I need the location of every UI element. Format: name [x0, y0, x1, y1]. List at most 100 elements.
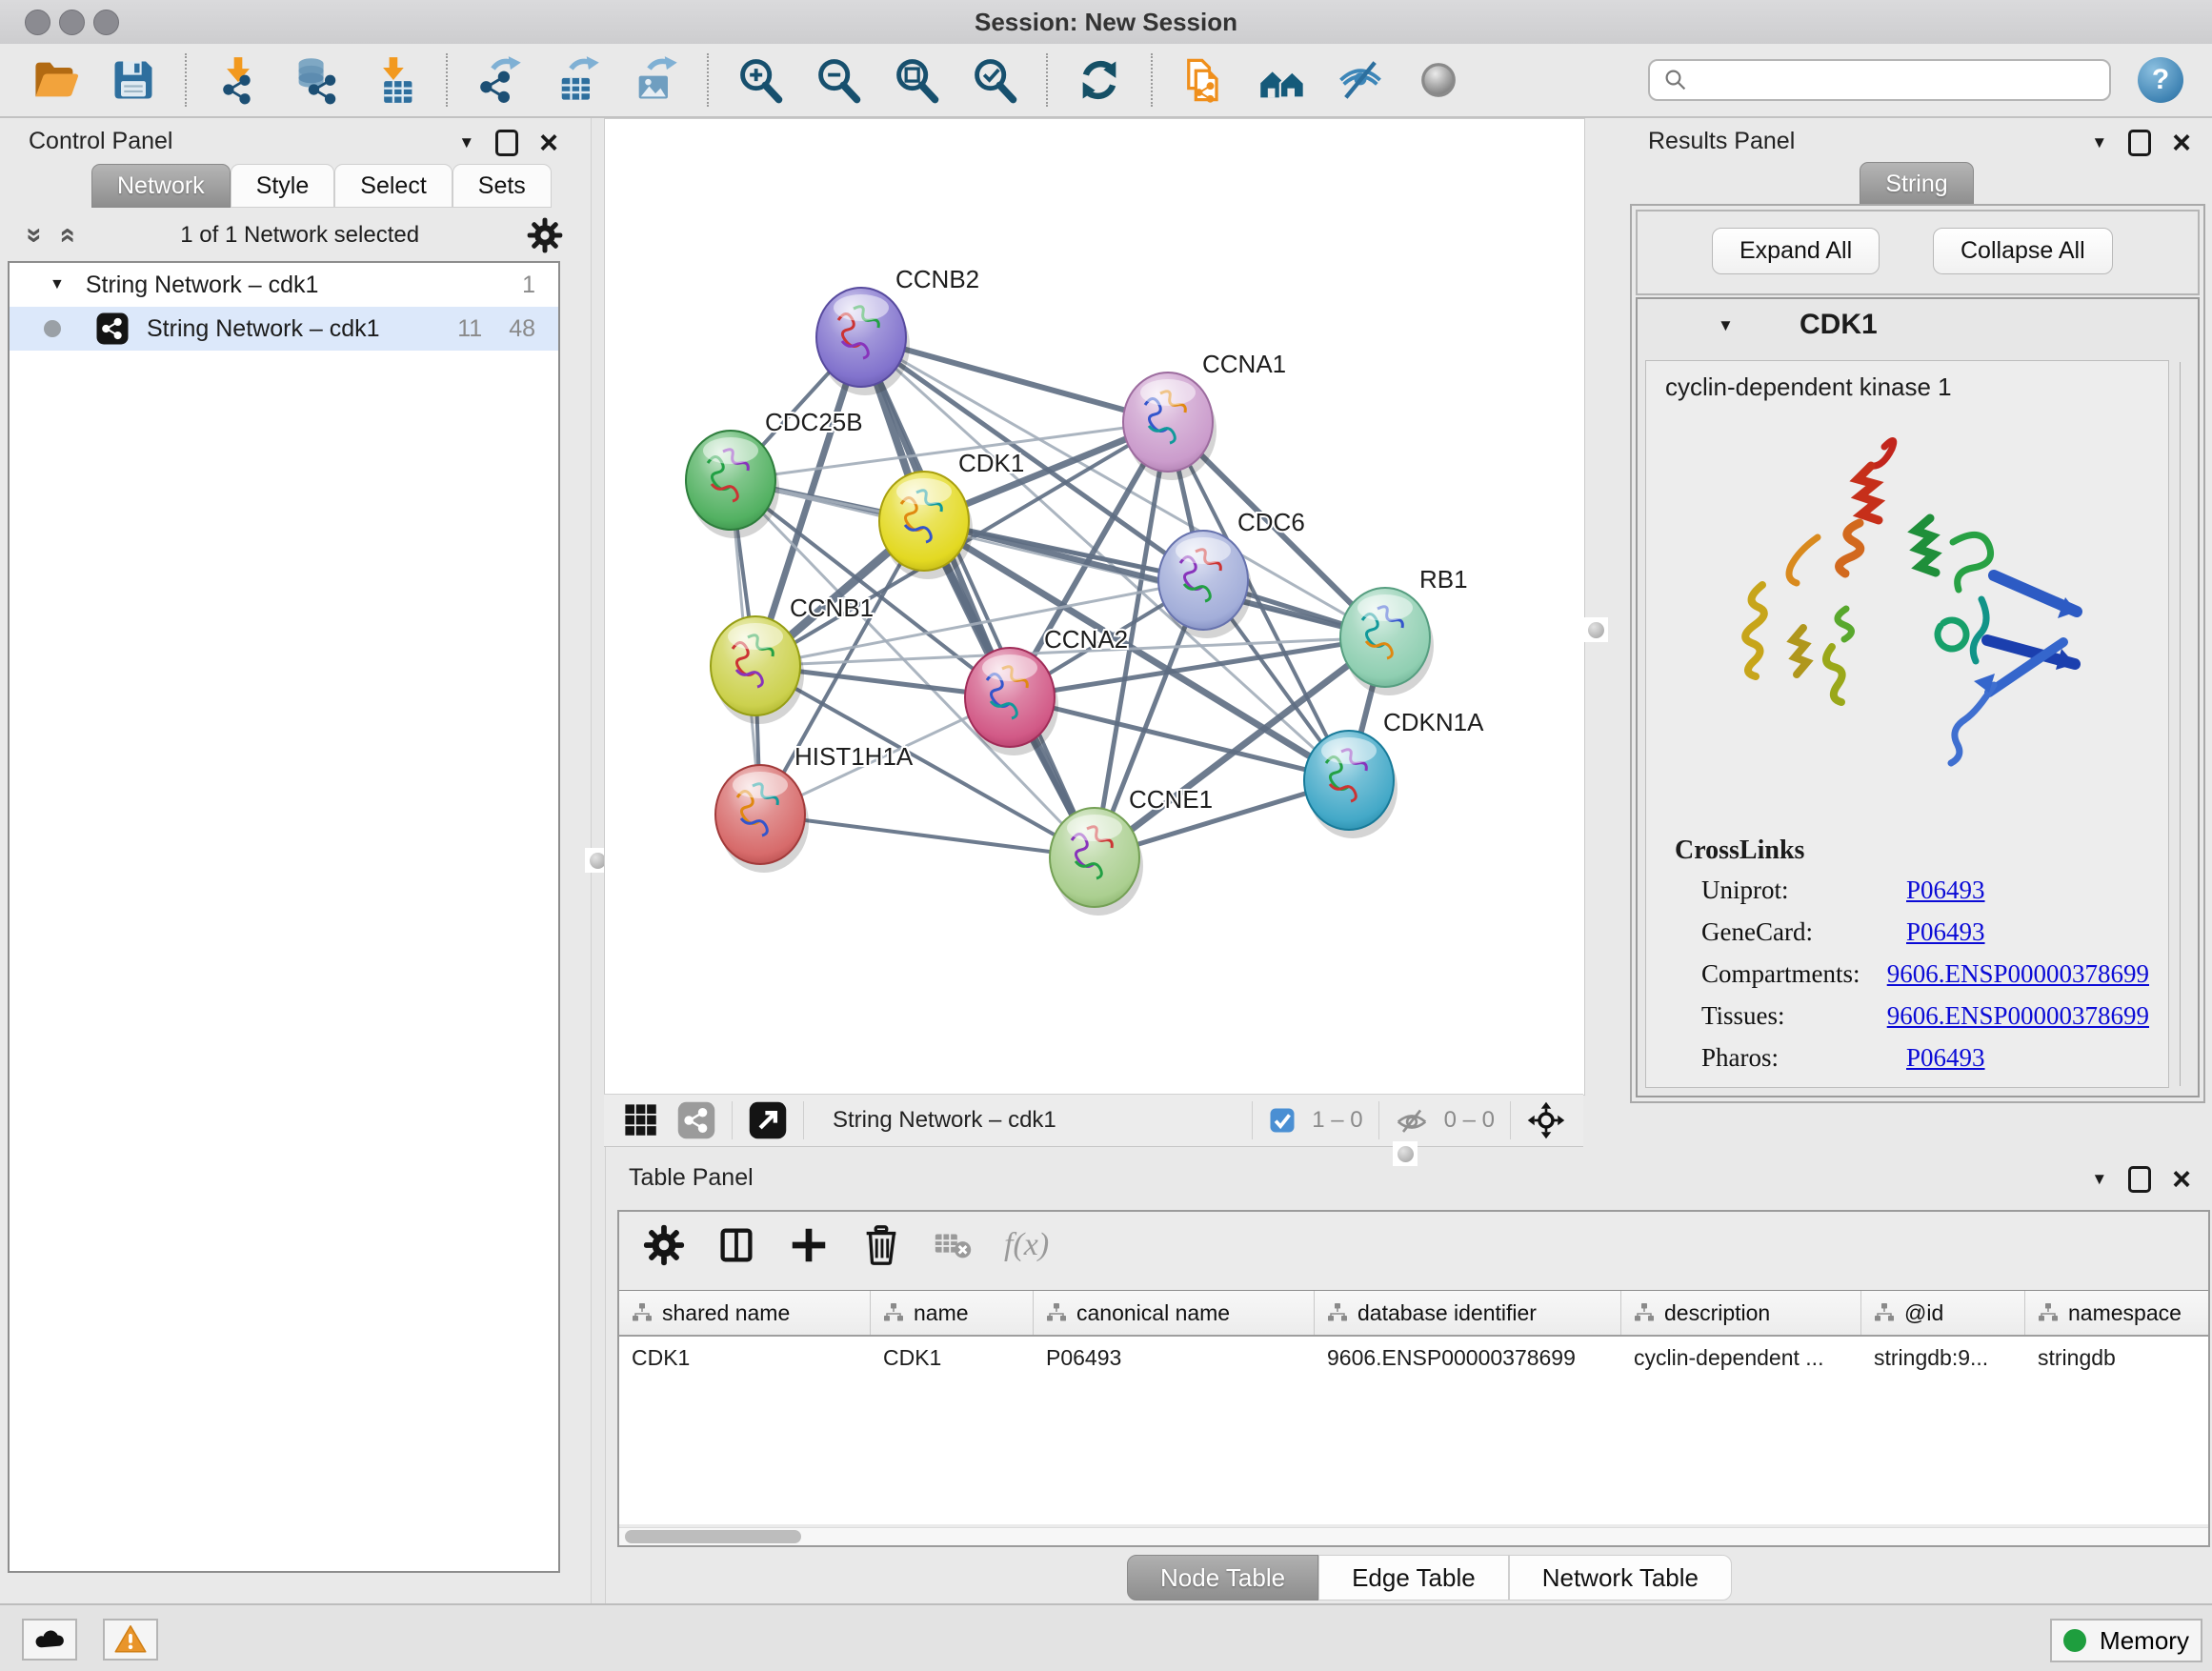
tab-network-table[interactable]: Network Table: [1509, 1555, 1732, 1601]
table-cell[interactable]: 9606.ENSP00000378699: [1315, 1337, 1621, 1379]
cloud-button[interactable]: [22, 1619, 77, 1661]
export-network-icon: [474, 55, 524, 105]
delete-table-button[interactable]: [932, 1223, 975, 1267]
zoom-fit-button[interactable]: [890, 53, 943, 107]
float-panel-icon[interactable]: [495, 130, 518, 156]
column-header--id[interactable]: @id: [1861, 1291, 2025, 1335]
tab-node-table[interactable]: Node Table: [1127, 1555, 1318, 1601]
section-collapse-icon[interactable]: ▼: [1718, 316, 1734, 335]
column-header-description[interactable]: description: [1621, 1291, 1861, 1335]
add-column-button[interactable]: [787, 1223, 831, 1267]
node-CCNA1[interactable]: [1123, 372, 1217, 480]
show-columns-button[interactable]: [714, 1223, 758, 1267]
table-row[interactable]: CDK1CDK1P064939606.ENSP00000378699cyclin…: [619, 1337, 2208, 1379]
import-network-file-button[interactable]: [211, 53, 265, 107]
zoom-selected-button[interactable]: [968, 53, 1021, 107]
tab-style[interactable]: Style: [231, 164, 335, 208]
tree-expand-icon[interactable]: ▼: [50, 276, 65, 293]
network-from-selection-button[interactable]: [1177, 53, 1231, 107]
close-panel-icon[interactable]: ×: [2172, 1170, 2191, 1189]
node-CCNE1[interactable]: [1050, 808, 1143, 916]
crosslink-link[interactable]: 9606.ENSP00000378699: [1887, 959, 2149, 989]
export-image-button[interactable]: [629, 53, 682, 107]
column-header-name[interactable]: name: [871, 1291, 1034, 1335]
tab-string[interactable]: String: [1860, 162, 1973, 206]
close-panel-icon[interactable]: ×: [2172, 133, 2191, 152]
network-options-gear-icon[interactable]: [526, 216, 564, 254]
string-view-button[interactable]: [676, 1100, 716, 1140]
table-cell[interactable]: CDK1: [619, 1337, 871, 1379]
tab-network[interactable]: Network: [91, 164, 231, 208]
table-hscrollbar[interactable]: [619, 1527, 2208, 1545]
right-splitter-handle[interactable]: [1583, 617, 1608, 642]
crosslink-link[interactable]: P06493: [1906, 876, 1985, 905]
first-neighbors-button[interactable]: [1256, 53, 1309, 107]
view-grid-button[interactable]: [621, 1100, 661, 1140]
network-graph[interactable]: CCNB2CCNA1CDC25BCDK1CDC6RB1CCNB1CCNA2CDK…: [605, 119, 1584, 1095]
table-settings-gear-button[interactable]: [642, 1223, 686, 1267]
tab-edge-table[interactable]: Edge Table: [1318, 1555, 1509, 1601]
fit-selected-crosshair-button[interactable]: [1526, 1100, 1566, 1140]
help-button[interactable]: ?: [2138, 57, 2183, 103]
column-header-database-identifier[interactable]: database identifier: [1315, 1291, 1621, 1335]
warning-button[interactable]: [103, 1619, 158, 1661]
hide-selected-button[interactable]: [1334, 53, 1387, 107]
expand-all-networks-icon[interactable]: »: [18, 228, 50, 244]
selected-checkbox-icon[interactable]: [1268, 1106, 1297, 1135]
column-header-shared-name[interactable]: shared name: [619, 1291, 871, 1335]
zoom-out-button[interactable]: [812, 53, 865, 107]
collapse-all-networks-icon[interactable]: »: [50, 228, 82, 244]
node-CDC25B[interactable]: [686, 431, 779, 538]
column-header-namespace[interactable]: namespace: [2025, 1291, 2212, 1335]
open-view-in-window-button[interactable]: [748, 1100, 788, 1140]
network-canvas[interactable]: CCNB2CCNA1CDC25BCDK1CDC6RB1CCNB1CCNA2CDK…: [604, 118, 1585, 1096]
collapse-panel-icon[interactable]: ▼: [2091, 1170, 2107, 1189]
export-table-button[interactable]: [551, 53, 604, 107]
node-RB1[interactable]: [1340, 588, 1434, 695]
function-builder-button[interactable]: f(x): [1004, 1227, 1049, 1263]
float-panel-icon[interactable]: [2128, 130, 2151, 156]
collapse-panel-icon[interactable]: ▼: [2091, 133, 2107, 152]
edge[interactable]: [760, 815, 1095, 857]
save-session-button[interactable]: [107, 53, 160, 107]
column-header-canonical-name[interactable]: canonical name: [1034, 1291, 1315, 1335]
collapse-panel-icon[interactable]: ▼: [458, 133, 474, 152]
table-cell[interactable]: stringdb:9...: [1861, 1337, 2025, 1379]
search-box[interactable]: [1648, 59, 2111, 101]
close-panel-icon[interactable]: ×: [539, 133, 558, 152]
expand-all-button[interactable]: Expand All: [1712, 228, 1880, 274]
memory-button[interactable]: Memory: [2050, 1619, 2202, 1662]
import-table-file-button[interactable]: [368, 53, 421, 107]
tab-select[interactable]: Select: [334, 164, 452, 208]
edge[interactable]: [861, 337, 1095, 857]
open-session-button[interactable]: [29, 53, 82, 107]
node-CDC6[interactable]: [1158, 531, 1252, 638]
table-hscrollbar-thumb[interactable]: [625, 1530, 801, 1543]
crosslink-link[interactable]: 9606.ENSP00000378699: [1887, 1001, 2149, 1031]
search-input[interactable]: [1690, 66, 2098, 94]
table-cell[interactable]: CDK1: [871, 1337, 1034, 1379]
hidden-eye-icon[interactable]: [1395, 1103, 1429, 1137]
crosslink-link[interactable]: P06493: [1906, 917, 1985, 947]
node-CDK1[interactable]: [879, 472, 973, 579]
show-all-button[interactable]: [1412, 53, 1465, 107]
table-cell[interactable]: stringdb: [2025, 1337, 2212, 1379]
float-panel-icon[interactable]: [2128, 1166, 2151, 1193]
zoom-in-button[interactable]: [734, 53, 787, 107]
node-CCNB2[interactable]: [816, 288, 910, 395]
network-collection-row[interactable]: ▼ String Network – cdk1 1: [10, 263, 558, 307]
export-network-button[interactable]: [473, 53, 526, 107]
collapse-all-button[interactable]: Collapse All: [1933, 228, 2113, 274]
tab-sets[interactable]: Sets: [452, 164, 552, 208]
crosslink-link[interactable]: P06493: [1906, 1043, 1985, 1073]
delete-column-button[interactable]: [859, 1223, 903, 1267]
node-CDKN1A[interactable]: [1304, 731, 1398, 838]
gene-section-header[interactable]: ▼ CDK1: [1638, 299, 2198, 356]
table-cell[interactable]: cyclin-dependent ...: [1621, 1337, 1861, 1379]
network-row-selected[interactable]: String Network – cdk1 11 48: [10, 307, 558, 351]
table-cell[interactable]: P06493: [1034, 1337, 1315, 1379]
results-scrollbar[interactable]: [2180, 362, 2181, 1086]
node-HIST1H1A[interactable]: [715, 765, 809, 873]
refresh-view-button[interactable]: [1073, 53, 1126, 107]
import-network-database-button[interactable]: [290, 53, 343, 107]
